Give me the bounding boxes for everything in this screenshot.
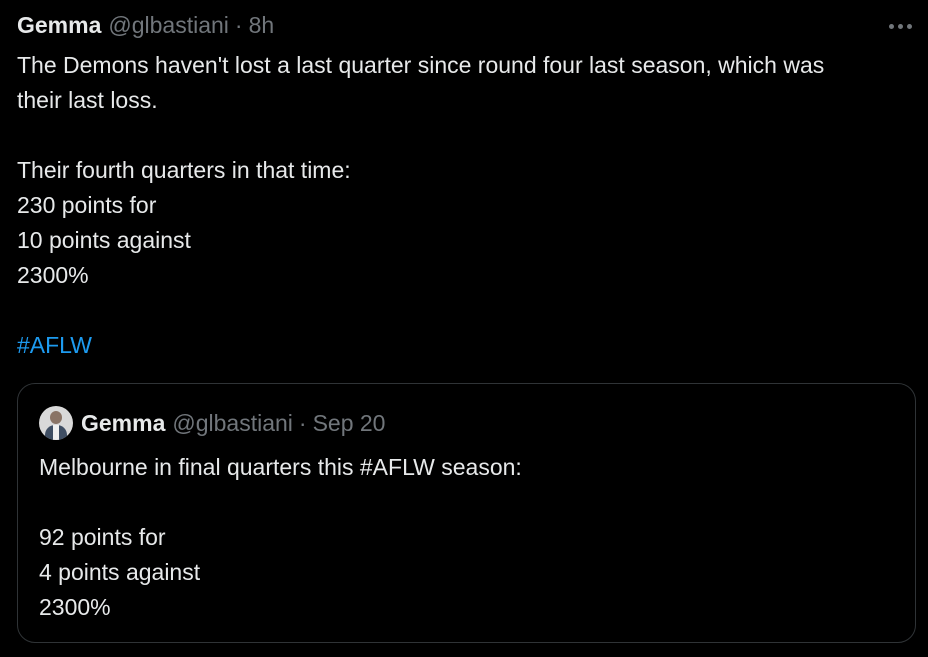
- tweet: Gemma @glbastiani · 8h The Demons haven'…: [0, 0, 928, 657]
- more-horizontal-icon: [888, 23, 894, 29]
- quoted-tweet-card[interactable]: Gemma @glbastiani · Sep 20 Melbourne in …: [17, 383, 916, 643]
- tweet-text-line: 2300%: [17, 262, 89, 288]
- tweet-timestamp[interactable]: 8h: [249, 12, 275, 39]
- quoted-text-line: Melbourne in final quarters this #AFLW s…: [39, 454, 522, 480]
- author-handle[interactable]: @glbastiani: [108, 12, 229, 39]
- tweet-text-line: 230 points for: [17, 192, 157, 218]
- quoted-tweet-text: Melbourne in final quarters this #AFLW s…: [39, 450, 899, 625]
- quoted-tweet-header: Gemma @glbastiani · Sep 20: [39, 406, 385, 440]
- more-horizontal-icon-dot: [897, 23, 903, 29]
- tweet-text-line: 10 points against: [17, 227, 191, 253]
- quoted-tweet-date: Sep 20: [312, 409, 386, 436]
- quoted-author-handle: @glbastiani: [172, 409, 293, 436]
- author-name[interactable]: Gemma: [17, 12, 101, 39]
- quoted-text-line: 92 points for: [39, 524, 166, 550]
- more-horizontal-icon-dot: [906, 23, 912, 29]
- avatar-shirt: [53, 425, 59, 440]
- more-options-button[interactable]: [882, 14, 918, 38]
- quoted-text-line: 2300%: [39, 594, 111, 620]
- tweet-text-line: The Demons haven't lost a last quarter s…: [17, 52, 825, 78]
- header-separator: ·: [234, 12, 243, 38]
- quoted-header-separator: ·: [298, 409, 307, 436]
- tweet-text-line: [17, 118, 917, 153]
- tweet-header: Gemma @glbastiani · 8h: [17, 12, 274, 42]
- avatar[interactable]: [39, 406, 73, 440]
- hashtag-link[interactable]: #AFLW: [17, 332, 92, 358]
- tweet-text-line: [17, 293, 917, 328]
- quoted-text-line: 4 points against: [39, 559, 201, 585]
- quoted-author-name: Gemma: [81, 409, 166, 436]
- tweet-text-line: their last loss.: [17, 87, 158, 113]
- tweet-text-line: Their fourth quarters in that time:: [17, 157, 351, 183]
- quoted-text-line: [39, 485, 899, 520]
- tweet-text: The Demons haven't lost a last quarter s…: [17, 48, 917, 363]
- avatar-head: [50, 411, 62, 424]
- hashtag-line: #AFLW: [17, 328, 917, 363]
